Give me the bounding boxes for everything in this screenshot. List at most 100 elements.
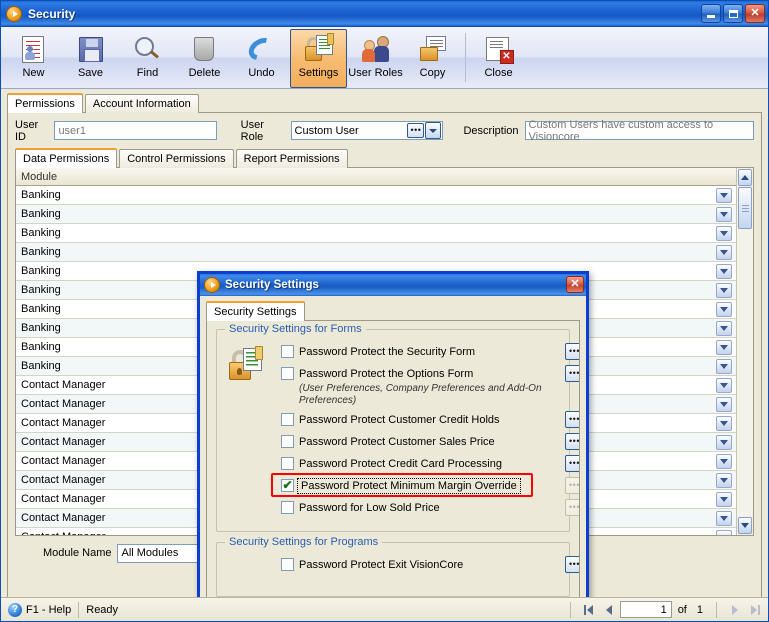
checkbox-row[interactable]: ✔ Password Protect Minimum Margin Overrid… [271, 473, 579, 497]
checkbox[interactable] [281, 558, 294, 571]
next-record-button[interactable] [726, 602, 744, 618]
previous-record-button[interactable] [600, 602, 618, 618]
status-help-button[interactable]: ? F1 - Help [5, 602, 71, 617]
ellipsis-button[interactable]: ••• [565, 556, 579, 573]
toolbar-copy-button[interactable]: Copy [404, 29, 461, 88]
ellipsis-button[interactable]: ••• [565, 365, 579, 382]
dialog-body: Security Settings Security Settings for … [200, 296, 586, 597]
checkbox[interactable] [281, 367, 294, 380]
dialog-tabstrip: Security Settings [206, 301, 580, 321]
row-dropdown-button[interactable] [716, 245, 732, 260]
toolbar-undo-button[interactable]: Undo [233, 29, 290, 88]
tab-permissions[interactable]: Permissions [7, 93, 83, 113]
scrollbar-track[interactable] [737, 187, 753, 516]
user-id-input[interactable]: user1 [54, 121, 217, 140]
row-dropdown-button[interactable] [716, 264, 732, 279]
record-of-label: of [677, 603, 687, 616]
table-row[interactable]: Banking [16, 243, 736, 262]
checkbox-row[interactable]: Password for Low Sold Price ••• [281, 498, 579, 517]
checkbox-row[interactable]: Password Protect Credit Card Processing •… [281, 454, 579, 473]
checkbox[interactable]: ✔ [281, 479, 294, 492]
tab-data-permissions[interactable]: Data Permissions [15, 148, 118, 168]
toolbar-user-roles-button[interactable]: User Roles [347, 29, 404, 88]
description-input[interactable]: Custom Users have custom access to Visio… [524, 119, 754, 143]
ellipsis-button: ••• [565, 499, 579, 516]
chevron-down-icon [720, 421, 728, 426]
checkbox[interactable] [281, 435, 294, 448]
close-document-icon: ✕ [483, 34, 515, 65]
dialog-close-button[interactable]: ✕ [566, 276, 584, 293]
checkbox[interactable] [281, 345, 294, 358]
checkbox-row[interactable]: Password Protect the Options Form ••• [281, 364, 579, 383]
grid-header-module[interactable]: Module [16, 168, 736, 186]
checkbox[interactable] [281, 501, 294, 514]
checkbox[interactable] [281, 457, 294, 470]
row-dropdown-button[interactable] [716, 435, 732, 450]
user-role-combo[interactable]: Custom User ••• [290, 121, 444, 140]
tab-control-permissions[interactable]: Control Permissions [119, 149, 234, 168]
row-dropdown-button[interactable] [716, 207, 732, 222]
grid-vertical-scrollbar[interactable] [736, 168, 753, 535]
app-logo-icon [6, 5, 22, 22]
ellipsis-button[interactable]: ••• [565, 411, 579, 428]
user-fields-row: User ID user1 User Role Custom User ••• … [15, 119, 754, 143]
toolbar-settings-button[interactable]: Settings [290, 29, 347, 88]
ellipsis-button[interactable]: ••• [565, 433, 579, 450]
maximize-button[interactable] [723, 4, 743, 23]
close-button[interactable]: ✕ [745, 4, 765, 23]
table-row[interactable]: Banking [16, 205, 736, 224]
padlock-document-key-icon [229, 346, 263, 380]
dialog-close-icon: ✕ [570, 278, 580, 290]
chevron-down-icon [720, 212, 728, 217]
toolbar-find-button[interactable]: Find [119, 29, 176, 88]
cell-module: Banking [21, 227, 61, 239]
row-dropdown-button[interactable] [716, 340, 732, 355]
toolbar-close-button[interactable]: ✕ Close [470, 29, 527, 88]
user-role-dropdown-button[interactable] [425, 122, 442, 139]
tab-security-settings[interactable]: Security Settings [206, 301, 305, 321]
last-record-button[interactable] [746, 602, 764, 618]
toolbar-new-button[interactable]: New [5, 29, 62, 88]
tab-account-information[interactable]: Account Information [84, 94, 199, 113]
row-dropdown-button[interactable] [716, 378, 732, 393]
tab-report-permissions[interactable]: Report Permissions [235, 149, 348, 168]
checkbox-row[interactable]: Password Protect Customer Sales Price ••• [281, 432, 579, 451]
ellipsis-button[interactable]: ••• [565, 455, 579, 472]
row-dropdown-button[interactable] [716, 321, 732, 336]
record-number-input[interactable]: 1 [619, 601, 672, 618]
row-dropdown-button[interactable] [716, 511, 732, 526]
checkbox[interactable] [281, 413, 294, 426]
table-row[interactable]: Banking [16, 186, 736, 205]
row-dropdown-button[interactable] [716, 416, 732, 431]
toolbar-save-button[interactable]: Save [62, 29, 119, 88]
row-dropdown-button[interactable] [716, 283, 732, 298]
table-row[interactable]: Banking [16, 224, 736, 243]
chevron-down-icon [720, 326, 728, 331]
minimize-button[interactable] [701, 4, 721, 23]
permissions-tabstrip: Data Permissions Control Permissions Rep… [15, 148, 754, 168]
main-tabstrip: Permissions Account Information [7, 93, 762, 113]
row-dropdown-button[interactable] [716, 492, 732, 507]
scroll-down-button[interactable] [738, 517, 752, 534]
ellipsis-button[interactable]: ••• [565, 343, 579, 360]
checkbox-row[interactable]: Password Protect the Security Form ••• [281, 342, 579, 361]
scrollbar-thumb[interactable] [738, 187, 752, 229]
checkbox-row[interactable]: Password Protect Customer Credit Holds ••… [281, 410, 579, 429]
row-dropdown-button[interactable] [716, 454, 732, 469]
tab-report-permissions-label: Report Permissions [243, 153, 340, 165]
tab-data-permissions-label: Data Permissions [23, 153, 110, 165]
row-dropdown-button[interactable] [716, 359, 732, 374]
row-dropdown-button[interactable] [716, 473, 732, 488]
row-dropdown-button[interactable] [716, 397, 732, 412]
chevron-down-icon [720, 402, 728, 407]
user-role-ellipsis-button[interactable]: ••• [407, 123, 425, 138]
row-dropdown-button[interactable] [716, 302, 732, 317]
checkbox-row[interactable]: Password Protect Exit VisionCore ••• [281, 555, 579, 574]
security-settings-forms-group: Security Settings for Forms Password Pro… [216, 323, 579, 532]
row-dropdown-button[interactable] [716, 530, 732, 535]
scroll-up-button[interactable] [738, 169, 752, 186]
first-record-button[interactable] [580, 602, 598, 618]
row-dropdown-button[interactable] [716, 188, 732, 203]
toolbar-delete-button[interactable]: Delete [176, 29, 233, 88]
row-dropdown-button[interactable] [716, 226, 732, 241]
